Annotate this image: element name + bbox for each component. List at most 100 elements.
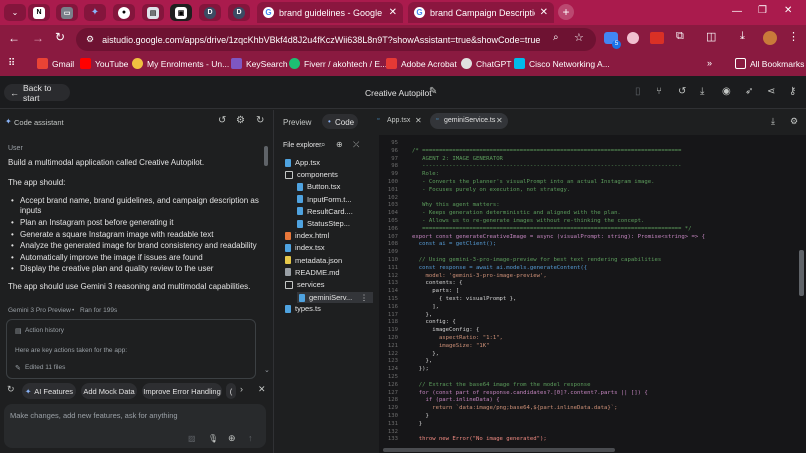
download-icon[interactable]: ⤓ bbox=[740, 30, 745, 43]
close-icon[interactable]: ✕ bbox=[389, 7, 397, 18]
tab-campaign-description[interactable]: G brand Campaign Description fo ✕ bbox=[408, 2, 554, 23]
suggestions-icon[interactable]: ↻ bbox=[7, 384, 15, 395]
file-item[interactable]: InputForm.t... bbox=[297, 195, 352, 204]
bookmark-enrolments[interactable]: My Enrolments - Un... bbox=[132, 58, 229, 69]
menu-kebab-icon[interactable]: ⋮ bbox=[788, 30, 799, 43]
refresh-icon[interactable]: ↻ bbox=[256, 115, 264, 126]
file-item[interactable]: index.html bbox=[285, 231, 329, 240]
add-file-icon[interactable]: ⊕ bbox=[336, 140, 343, 149]
folder-item[interactable]: services bbox=[285, 280, 325, 289]
close-icon[interactable]: ✕ bbox=[496, 116, 503, 125]
scroll-down-icon[interactable]: ⌄ bbox=[264, 366, 270, 374]
new-tab-button[interactable]: + bbox=[558, 4, 574, 20]
omnibox[interactable]: ⚙ aistudio.google.com/apps/drive/1zqcKhb… bbox=[76, 28, 596, 51]
bookmark-fiverr[interactable]: Fiverr / akohtech / E... bbox=[289, 58, 387, 69]
deploy-rocket-icon[interactable]: ➶ bbox=[745, 86, 753, 97]
reload-icon[interactable]: ↻ bbox=[55, 30, 65, 44]
file-item[interactable]: metadata.json bbox=[285, 256, 342, 265]
file-item[interactable]: geminiServ... ⋮ bbox=[297, 292, 373, 304]
pinned-tab-doc[interactable]: ▤ bbox=[142, 4, 164, 21]
file-tab-app[interactable]: App.tsx bbox=[387, 117, 410, 124]
scrollbar-thumb[interactable] bbox=[264, 146, 268, 166]
pinned-tab-gemini[interactable]: ✦ bbox=[84, 4, 106, 21]
chip-more[interactable]: ( bbox=[226, 383, 236, 399]
tab-brand-guidelines[interactable]: G brand guidelines - Google Search ✕ bbox=[257, 2, 403, 23]
close-icon[interactable]: ✕ bbox=[258, 384, 266, 395]
bookmark-cisco[interactable]: Cisco Networking A... bbox=[514, 58, 610, 69]
file-tab-gemini-service[interactable]: ▫ geminiService.ts ✕ bbox=[430, 113, 508, 129]
pinned-tab-github[interactable]: ● bbox=[113, 4, 135, 21]
code-editor[interactable]: 95 96 /* =================================… bbox=[379, 135, 806, 453]
tab-search-dropdown[interactable]: ⌄ bbox=[4, 4, 26, 21]
image-upload-icon[interactable]: ▨ bbox=[188, 434, 196, 443]
more-options-icon[interactable]: ⋮ bbox=[360, 293, 368, 302]
settings-gear-icon[interactable]: ⚙ bbox=[790, 116, 798, 127]
folder-item[interactable]: components bbox=[285, 170, 338, 179]
branch-icon[interactable]: ⑂ bbox=[656, 86, 662, 97]
file-item[interactable]: ResultCard.... bbox=[297, 207, 353, 216]
file-item[interactable]: App.tsx bbox=[285, 158, 320, 167]
share-icon[interactable]: ⋖ bbox=[767, 86, 775, 97]
all-bookmarks[interactable]: All Bookmarks bbox=[735, 58, 804, 69]
back-arrow-icon[interactable]: ← bbox=[8, 31, 20, 45]
key-icon[interactable]: ⚷ bbox=[789, 86, 796, 97]
site-settings-icon[interactable]: ⚙ bbox=[86, 34, 94, 45]
send-icon[interactable]: ↑ bbox=[248, 433, 253, 443]
file-item[interactable]: Button.tsx bbox=[297, 182, 340, 191]
chip-add-mock-data[interactable]: Add Mock Data bbox=[81, 383, 137, 399]
action-history-title[interactable]: Action history bbox=[25, 327, 64, 334]
chip-ai-features[interactable]: ✦ AI Features bbox=[22, 383, 76, 399]
editor-scrollbar-thumb[interactable] bbox=[799, 250, 804, 296]
extension-icon-3[interactable] bbox=[650, 32, 664, 44]
github-icon[interactable]: ◉ bbox=[722, 86, 731, 97]
forward-arrow-icon[interactable]: → bbox=[32, 31, 44, 45]
download-icon[interactable]: ⤓ bbox=[700, 86, 704, 97]
chip-improve-error-handling[interactable]: Improve Error Handling bbox=[142, 383, 222, 399]
editor-hscrollbar-thumb[interactable] bbox=[383, 448, 615, 452]
search-icon[interactable]: ⌕ bbox=[321, 140, 325, 150]
pinned-tab-d2[interactable]: D bbox=[228, 4, 250, 21]
tab-code-active[interactable]: • Code bbox=[322, 114, 358, 129]
close-icon[interactable]: ✕ bbox=[415, 116, 422, 125]
prompt-input-box[interactable]: Make changes, add new features, ask for … bbox=[4, 404, 266, 448]
sidepanel-icon[interactable]: ◫ bbox=[706, 30, 716, 43]
save-icon[interactable]: ▯ bbox=[635, 86, 641, 97]
close-icon[interactable]: ✕ bbox=[540, 7, 548, 18]
collapse-icon[interactable]: ⤫ bbox=[353, 140, 359, 150]
bookmark-gmail[interactable]: Gmail bbox=[37, 58, 74, 69]
download-icon[interactable]: ⤓ bbox=[771, 116, 775, 127]
back-to-start-button[interactable]: ← Back to start bbox=[4, 83, 70, 103]
pinned-tab-active[interactable]: ▣ bbox=[170, 4, 192, 21]
history-icon[interactable]: ↺ bbox=[678, 86, 686, 97]
prompt-input[interactable]: Make changes, add new features, ask for … bbox=[10, 411, 178, 420]
file-item[interactable]: types.ts bbox=[285, 304, 321, 313]
add-icon[interactable]: ⊕ bbox=[228, 433, 236, 444]
extension-icon-2[interactable] bbox=[627, 32, 639, 44]
pinned-tab-notion[interactable]: N bbox=[28, 4, 50, 21]
avatar[interactable] bbox=[763, 31, 777, 45]
search-icon[interactable]: ⌕ bbox=[553, 32, 559, 43]
url-text[interactable]: aistudio.google.com/apps/drive/1zqcKhbVB… bbox=[102, 35, 540, 45]
chevron-right-icon[interactable]: » bbox=[707, 58, 712, 68]
minimize-icon[interactable]: — bbox=[732, 6, 742, 17]
close-window-icon[interactable]: ✕ bbox=[784, 5, 792, 16]
bookmark-keysearch[interactable]: KeySearch bbox=[231, 58, 288, 69]
file-item[interactable]: index.tsx bbox=[285, 243, 325, 252]
bookmark-youtube[interactable]: YouTube bbox=[80, 58, 128, 69]
file-item[interactable]: StatusStep... bbox=[297, 219, 350, 228]
apps-grid-icon[interactable]: ⠿ bbox=[8, 58, 15, 69]
bookmark-star-icon[interactable]: ☆ bbox=[574, 31, 584, 44]
puzzle-icon[interactable]: ⧉ bbox=[676, 30, 684, 43]
bookmark-acrobat[interactable]: Adobe Acrobat bbox=[386, 58, 457, 69]
pinned-tab-ext[interactable]: ▭ bbox=[56, 4, 78, 21]
pinned-tab-d1[interactable]: D bbox=[199, 4, 221, 21]
bookmark-chatgpt[interactable]: ChatGPT bbox=[461, 58, 511, 69]
maximize-icon[interactable]: ❐ bbox=[758, 5, 767, 16]
microphone-icon[interactable]: 🎙 bbox=[208, 434, 218, 443]
settings-gear-icon[interactable]: ⚙ bbox=[236, 115, 245, 126]
tab-preview[interactable]: Preview bbox=[283, 118, 311, 127]
history-icon[interactable]: ↺ bbox=[218, 115, 226, 126]
chevron-right-icon[interactable]: › bbox=[240, 384, 243, 394]
edit-pencil-icon[interactable]: ✎ bbox=[429, 86, 437, 97]
edited-files[interactable]: Edited 11 files bbox=[25, 364, 65, 371]
